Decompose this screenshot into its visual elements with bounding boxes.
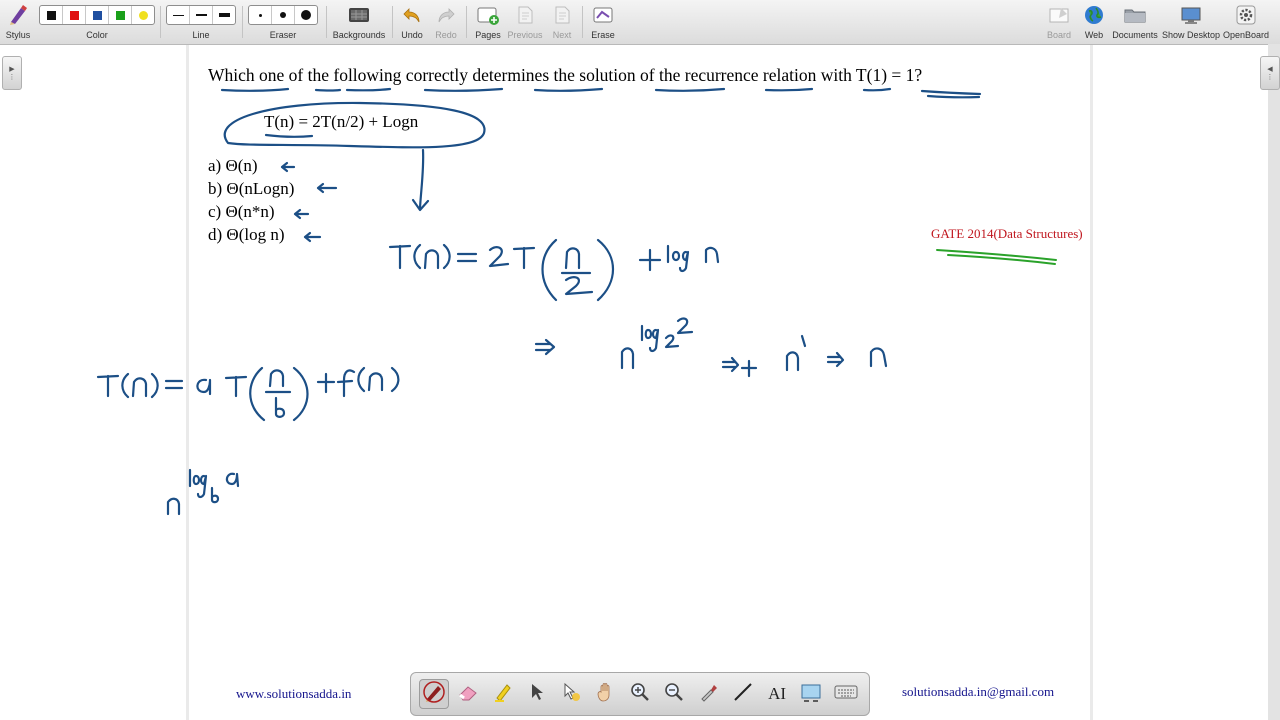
pages-button[interactable]: Pages (472, 0, 504, 44)
eraser-large-button[interactable] (295, 6, 317, 24)
keyboard-icon (834, 683, 858, 705)
documents-button[interactable]: Documents (1112, 0, 1158, 44)
page-left-edge (186, 45, 189, 720)
line-medium-button[interactable] (190, 6, 213, 24)
add-page-icon (476, 0, 500, 30)
web-button[interactable]: Web (1080, 0, 1108, 44)
line-thick-button[interactable] (213, 6, 235, 24)
line-tool-button[interactable] (728, 679, 758, 709)
board-button[interactable]: Board (1044, 0, 1074, 44)
color-yellow-button[interactable] (132, 6, 154, 24)
pen-tool-button[interactable] (419, 679, 450, 709)
option-d: d) Θ(log n) (208, 225, 285, 244)
globe-icon (1083, 0, 1105, 30)
redo-button[interactable]: Redo (432, 0, 460, 44)
next-page-icon (551, 0, 573, 30)
top-toolbar: Stylus Color Line Eraser Backgrounds Und… (0, 0, 1280, 45)
line-width-segment (166, 5, 236, 25)
eraser-small-button[interactable] (249, 6, 272, 24)
erase-button[interactable]: Erase (588, 0, 618, 44)
stylus-icon (7, 0, 29, 30)
zoom-in-tool-button[interactable] (625, 679, 655, 709)
expand-right-icon: ▶ (9, 65, 15, 73)
zoom-in-icon (629, 681, 651, 707)
pipette-icon (698, 681, 720, 707)
eraser-medium-button[interactable] (272, 6, 295, 24)
line-width-picker: Line (166, 0, 236, 44)
option-b: b) Θ(nLogn) (208, 179, 295, 198)
eraser-size-segment (248, 5, 318, 25)
drawing-tools-bar: AI (410, 672, 870, 716)
highlighter-tool-button[interactable] (488, 679, 518, 709)
previous-page-icon (514, 0, 536, 30)
folder-icon (1123, 0, 1147, 30)
option-a: a) Θ(n) (208, 156, 258, 175)
undo-icon (401, 0, 423, 30)
question-text: Which one of the following correctly det… (208, 65, 923, 85)
capture-tool-button[interactable] (796, 679, 826, 709)
zoom-out-tool-button[interactable] (659, 679, 689, 709)
right-panel-toggle[interactable]: ◀ ⋮ (1260, 56, 1280, 90)
hand-tool-button[interactable] (591, 679, 621, 709)
laser-pointer-tool-button[interactable] (556, 679, 586, 709)
redo-icon (435, 0, 457, 30)
color-black-button[interactable] (40, 6, 63, 24)
openboard-menu-button[interactable]: OpenBoard (1222, 0, 1270, 44)
color-green-button[interactable] (109, 6, 132, 24)
email-footer: solutionsadda.in@gmail.com (902, 684, 1055, 699)
recurrence-formula: T(n) = 2T(n/2) + Logn (264, 112, 419, 131)
gear-icon (1235, 0, 1257, 30)
whiteboard-canvas[interactable] (0, 45, 1268, 720)
left-panel-toggle[interactable]: ▶ ⋮ (2, 56, 22, 90)
gate-source-label: GATE 2014(Data Structures) (931, 226, 1083, 241)
select-tool-button[interactable] (522, 679, 552, 709)
highlighter-icon (492, 681, 514, 707)
grip-icon: ⋮ (8, 73, 16, 81)
color-blue-button[interactable] (86, 6, 109, 24)
erase-board-icon (591, 0, 615, 30)
color-red-button[interactable] (63, 6, 86, 24)
option-c: c) Θ(n*n) (208, 202, 275, 221)
line-icon (732, 681, 754, 707)
backgrounds-button[interactable]: Backgrounds (333, 0, 385, 44)
zoom-out-icon (663, 681, 685, 707)
text-icon: AI (768, 684, 787, 703)
eraser-tool-button[interactable] (453, 679, 483, 709)
backgrounds-icon (347, 0, 371, 30)
virtual-keyboard-button[interactable] (831, 679, 861, 709)
vertical-scrollbar[interactable] (1268, 44, 1280, 720)
pipette-tool-button[interactable] (694, 679, 724, 709)
eraser-icon (457, 681, 479, 707)
undo-button[interactable]: Undo (398, 0, 426, 44)
text-tool-button[interactable]: AI (762, 679, 792, 709)
color-picker: Color (39, 0, 155, 44)
line-thin-button[interactable] (167, 6, 190, 24)
hand-icon (595, 681, 617, 707)
pointer-icon (528, 682, 546, 706)
monitor-icon (1179, 0, 1203, 30)
page-right-edge (1090, 45, 1093, 720)
previous-page-button[interactable]: Previous (506, 0, 544, 44)
color-segment (39, 5, 155, 25)
website-footer: www.solutionsadda.in (236, 686, 352, 701)
capture-icon (800, 681, 822, 707)
stylus-button[interactable]: Stylus (4, 0, 32, 44)
answer-options: a) Θ(n) b) Θ(nLogn) c) Θ(n*n) d) Θ(log n… (208, 156, 294, 248)
show-desktop-button[interactable]: Show Desktop (1162, 0, 1220, 44)
board-icon (1047, 0, 1071, 30)
grip-icon: ⋮ (1266, 73, 1274, 81)
next-page-button[interactable]: Next (548, 0, 576, 44)
expand-left-icon: ◀ (1267, 65, 1273, 73)
eraser-size-picker: Eraser (248, 0, 318, 44)
pen-icon (423, 681, 445, 707)
laser-pointer-icon (560, 681, 582, 707)
